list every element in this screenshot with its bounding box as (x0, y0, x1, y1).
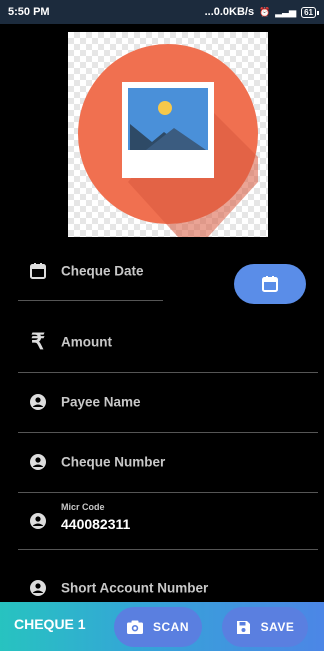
signal-icon: ▂▃▅ (275, 6, 297, 17)
battery-level: 61 (304, 7, 313, 17)
image-placeholder-icon (78, 44, 258, 237)
save-button[interactable]: SAVE (222, 607, 308, 647)
bottom-action-bar: CHEQUE 1 SCAN SAVE (0, 602, 324, 651)
alarm-icon: ⏰ (259, 6, 271, 17)
cheque-number-field[interactable]: Cheque Number (18, 432, 318, 493)
person-icon (28, 392, 48, 412)
calendar-icon (262, 276, 278, 292)
scan-button[interactable]: SCAN (114, 607, 202, 647)
status-icons: ...0.0KB/s ⏰ ▂▃▅ 61 (204, 6, 319, 18)
amount-label: Amount (61, 334, 112, 350)
short-account-label: Short Account Number (61, 580, 209, 596)
cheque-date-field[interactable]: Cheque Date (18, 240, 163, 301)
date-picker-button[interactable] (234, 264, 306, 304)
save-icon (236, 620, 250, 634)
payee-name-field[interactable]: Payee Name (18, 372, 318, 433)
status-bar: 5:50 PM ...0.0KB/s ⏰ ▂▃▅ 61 (0, 0, 324, 24)
micr-code-field[interactable]: Micr Code 440082311 (18, 492, 318, 550)
cheque-index-label: CHEQUE 1 (14, 616, 86, 632)
scan-label: SCAN (152, 620, 189, 634)
cheque-number-label: Cheque Number (61, 454, 166, 470)
cheque-date-label: Cheque Date (61, 263, 144, 279)
rupee-icon: ₹ (31, 329, 45, 354)
status-time: 5:50 PM (8, 6, 50, 18)
micr-code-label: Micr Code (61, 502, 105, 512)
micr-code-value[interactable]: 440082311 (61, 516, 130, 532)
payee-name-label: Payee Name (61, 394, 141, 410)
cheque-image[interactable] (68, 32, 268, 237)
network-speed: ...0.0KB/s (204, 6, 255, 18)
camera-icon (126, 620, 143, 634)
battery-icon: 61 (301, 6, 319, 18)
person-icon (28, 511, 48, 531)
calendar-icon (28, 261, 48, 281)
save-label: SAVE (260, 620, 295, 634)
person-icon (28, 578, 48, 598)
amount-field[interactable]: ₹ Amount (18, 312, 318, 373)
person-icon (28, 452, 48, 472)
